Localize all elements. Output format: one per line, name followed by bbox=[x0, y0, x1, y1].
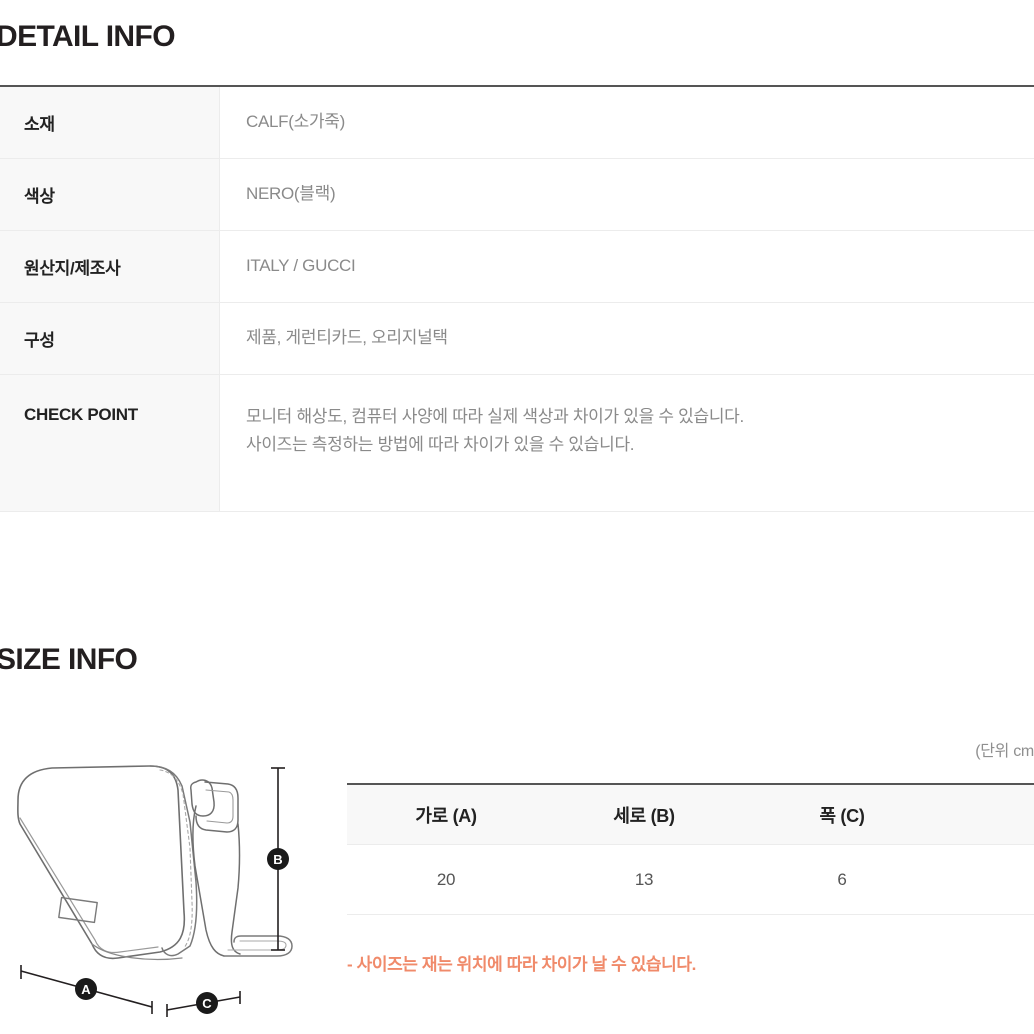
marker-b-label: B bbox=[273, 852, 282, 867]
detail-value-composition: 제품, 게런티카드, 오리지널택 bbox=[220, 303, 1034, 374]
size-value-height: 13 bbox=[634, 869, 654, 889]
marker-a-label: A bbox=[81, 982, 91, 997]
check-point-line-2: 사이즈는 측정하는 방법에 따라 차이가 있을 수 있습니다. bbox=[246, 435, 635, 455]
detail-info-heading: DETAIL INFO bbox=[0, 20, 176, 53]
table-row: 소재 CALF(소가죽) bbox=[0, 87, 1034, 159]
table-row: 색상 NERO(블랙) bbox=[0, 159, 1034, 231]
detail-label-origin: 원산지/제조사 bbox=[0, 231, 220, 302]
size-info-table: 가로 (A) 세로 (B) 폭 (C) 20 13 6 bbox=[347, 783, 1034, 915]
size-header-height: 세로 (B) bbox=[613, 805, 675, 826]
size-value-depth: 6 bbox=[837, 869, 847, 889]
bag-illustration: B A C bbox=[0, 762, 330, 1034]
size-header-width: 가로 (A) bbox=[415, 805, 477, 826]
size-header-depth: 폭 (C) bbox=[819, 805, 865, 826]
table-row: 원산지/제조사 ITALY / GUCCI bbox=[0, 231, 1034, 303]
detail-value-check-point: 모니터 해상도, 컴퓨터 사양에 따라 실제 색상과 차이가 있을 수 있습니다… bbox=[220, 375, 1034, 511]
size-info-heading: SIZE INFO bbox=[0, 643, 138, 676]
check-point-line-1: 모니터 해상도, 컴퓨터 사양에 따라 실제 색상과 차이가 있을 수 있습니다… bbox=[246, 407, 744, 426]
marker-c-label: C bbox=[202, 996, 212, 1011]
product-detail-page: DETAIL INFO 소재 CALF(소가죽) 색상 NERO(블랙) 원산지… bbox=[0, 0, 1034, 1034]
table-row: 20 13 6 bbox=[347, 845, 1034, 915]
detail-label-composition: 구성 bbox=[0, 303, 220, 374]
size-unit-note: (단위 cm) bbox=[975, 743, 1034, 760]
size-value-width: 20 bbox=[436, 869, 456, 889]
size-table-header-row: 가로 (A) 세로 (B) 폭 (C) bbox=[347, 785, 1034, 845]
table-row-checkpoint: CHECK POINT 모니터 해상도, 컴퓨터 사양에 따라 실제 색상과 차… bbox=[0, 375, 1034, 512]
detail-label-material: 소재 bbox=[0, 87, 220, 158]
table-row: 구성 제품, 게런티카드, 오리지널택 bbox=[0, 303, 1034, 375]
detail-label-check-point: CHECK POINT bbox=[0, 375, 220, 511]
detail-value-color: NERO(블랙) bbox=[220, 159, 1034, 230]
detail-value-origin: ITALY / GUCCI bbox=[220, 231, 1034, 302]
detail-value-material: CALF(소가죽) bbox=[220, 87, 1034, 158]
detail-info-table: 소재 CALF(소가죽) 색상 NERO(블랙) 원산지/제조사 ITALY /… bbox=[0, 85, 1034, 512]
size-disclaimer-note: - 사이즈는 재는 위치에 따라 차이가 날 수 있습니다. bbox=[347, 955, 696, 974]
bag-diagram-svg: B A C bbox=[17, 765, 293, 1017]
detail-label-color: 색상 bbox=[0, 159, 220, 230]
